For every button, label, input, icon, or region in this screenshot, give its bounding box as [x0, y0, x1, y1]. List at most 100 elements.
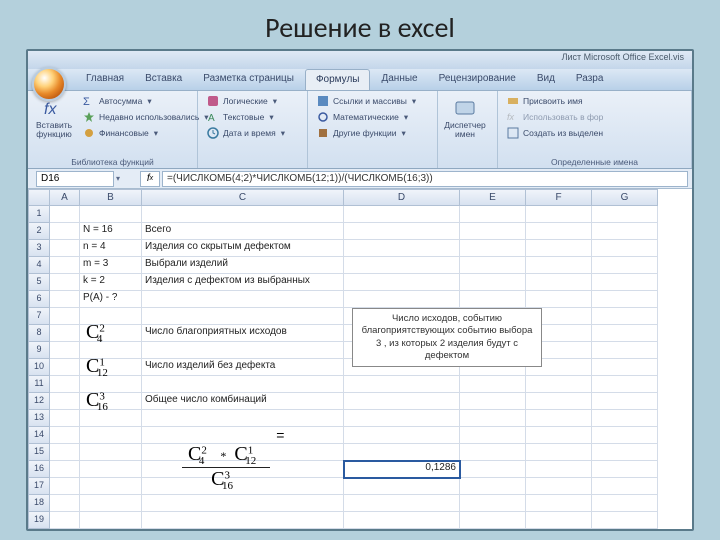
row-header-7[interactable]: 7 — [28, 308, 50, 325]
logical-button[interactable]: Логические▾ — [204, 94, 288, 108]
row-header-18[interactable]: 18 — [28, 495, 50, 512]
cell-E13[interactable] — [460, 410, 526, 427]
cell-D18[interactable] — [344, 495, 460, 512]
create-from-selection-button[interactable]: Создать из выделен — [504, 126, 606, 140]
cell-F14[interactable] — [526, 427, 592, 444]
cell-F16[interactable] — [526, 461, 592, 478]
cell-A1[interactable] — [50, 206, 80, 223]
select-all-corner[interactable] — [28, 189, 50, 206]
cell-F4[interactable] — [526, 257, 592, 274]
cell-F11[interactable] — [526, 376, 592, 393]
cell-A4[interactable] — [50, 257, 80, 274]
math-button[interactable]: Математические▾ — [314, 110, 419, 124]
col-header-D[interactable]: D — [344, 189, 460, 206]
cell-C1[interactable] — [142, 206, 344, 223]
cell-B17[interactable] — [80, 478, 142, 495]
cell-G1[interactable] — [592, 206, 658, 223]
col-header-E[interactable]: E — [460, 189, 526, 206]
cell-D19[interactable] — [344, 512, 460, 529]
define-name-button[interactable]: Присвоить имя — [504, 94, 606, 108]
cell-G12[interactable] — [592, 393, 658, 410]
cell-F12[interactable] — [526, 393, 592, 410]
cell-G11[interactable] — [592, 376, 658, 393]
tab-формулы[interactable]: Формулы — [305, 69, 371, 90]
cell-D15[interactable] — [344, 444, 460, 461]
cell-A20[interactable] — [50, 529, 80, 531]
cell-C20[interactable] — [142, 529, 344, 531]
text-button[interactable]: AТекстовые▾ — [204, 110, 288, 124]
cell-D17[interactable] — [344, 478, 460, 495]
tab-главная[interactable]: Главная — [76, 69, 134, 90]
cell-G6[interactable] — [592, 291, 658, 308]
cell-B15[interactable] — [80, 444, 142, 461]
cell-F1[interactable] — [526, 206, 592, 223]
cell-C6[interactable] — [142, 291, 344, 308]
cell-F5[interactable] — [526, 274, 592, 291]
row-header-1[interactable]: 1 — [28, 206, 50, 223]
cell-G13[interactable] — [592, 410, 658, 427]
cell-G16[interactable] — [592, 461, 658, 478]
cell-A3[interactable] — [50, 240, 80, 257]
cell-C5[interactable]: Изделия с дефектом из выбранных — [142, 274, 344, 291]
cell-A9[interactable] — [50, 342, 80, 359]
cell-E18[interactable] — [460, 495, 526, 512]
cell-E20[interactable] — [460, 529, 526, 531]
cell-B5[interactable]: k = 2 — [80, 274, 142, 291]
cell-G18[interactable] — [592, 495, 658, 512]
name-manager-button[interactable]: Диспетчер имен — [444, 94, 486, 166]
row-header-12[interactable]: 12 — [28, 393, 50, 410]
row-header-2[interactable]: 2 — [28, 223, 50, 240]
cell-E16[interactable] — [460, 461, 526, 478]
cell-D16[interactable]: 0,1286 — [344, 461, 460, 478]
row-header-5[interactable]: 5 — [28, 274, 50, 291]
cell-A14[interactable] — [50, 427, 80, 444]
col-header-G[interactable]: G — [592, 189, 658, 206]
formula-input[interactable]: =(ЧИСЛКОМБ(4;2)*ЧИСЛКОМБ(12;1))/(ЧИСЛКОМ… — [162, 171, 688, 187]
row-header-6[interactable]: 6 — [28, 291, 50, 308]
col-header-A[interactable]: A — [50, 189, 80, 206]
cell-D14[interactable] — [344, 427, 460, 444]
cell-B18[interactable] — [80, 495, 142, 512]
cell-A6[interactable] — [50, 291, 80, 308]
cell-G20[interactable] — [592, 529, 658, 531]
lookup-button[interactable]: Ссылки и массивы▾ — [314, 94, 419, 108]
cell-D13[interactable] — [344, 410, 460, 427]
cell-E1[interactable] — [460, 206, 526, 223]
cell-E19[interactable] — [460, 512, 526, 529]
cell-C10[interactable]: Число изделий без дефекта — [142, 359, 344, 376]
use-in-formula-button[interactable]: fxИспользовать в фор — [504, 110, 606, 124]
col-header-B[interactable]: B — [80, 189, 142, 206]
cell-B2[interactable]: N = 16 — [80, 223, 142, 240]
row-header-4[interactable]: 4 — [28, 257, 50, 274]
cell-G5[interactable] — [592, 274, 658, 291]
cell-G2[interactable] — [592, 223, 658, 240]
cell-C11[interactable] — [142, 376, 344, 393]
name-box[interactable]: D16 — [36, 171, 114, 187]
cell-C9[interactable] — [142, 342, 344, 359]
cell-A17[interactable] — [50, 478, 80, 495]
cell-C8[interactable]: Число благоприятных исходов — [142, 325, 344, 342]
tab-рецензирование[interactable]: Рецензирование — [429, 69, 526, 90]
cell-C18[interactable] — [142, 495, 344, 512]
row-header-15[interactable]: 15 — [28, 444, 50, 461]
row-header-14[interactable]: 14 — [28, 427, 50, 444]
financial-button[interactable]: Финансовые▾ — [80, 126, 212, 140]
cell-B6[interactable]: P(A) - ? — [80, 291, 142, 308]
cell-D6[interactable] — [344, 291, 460, 308]
tab-разра[interactable]: Разра — [566, 69, 614, 90]
cell-D5[interactable] — [344, 274, 460, 291]
cell-G7[interactable] — [592, 308, 658, 325]
cell-C13[interactable] — [142, 410, 344, 427]
cell-G4[interactable] — [592, 257, 658, 274]
cell-A12[interactable] — [50, 393, 80, 410]
cell-E5[interactable] — [460, 274, 526, 291]
autosum-button[interactable]: ΣАвтосумма▾ — [80, 94, 212, 108]
cell-F20[interactable] — [526, 529, 592, 531]
cell-B14[interactable] — [80, 427, 142, 444]
cell-F13[interactable] — [526, 410, 592, 427]
cell-A13[interactable] — [50, 410, 80, 427]
cell-A16[interactable] — [50, 461, 80, 478]
cell-F3[interactable] — [526, 240, 592, 257]
cell-A15[interactable] — [50, 444, 80, 461]
col-header-F[interactable]: F — [526, 189, 592, 206]
